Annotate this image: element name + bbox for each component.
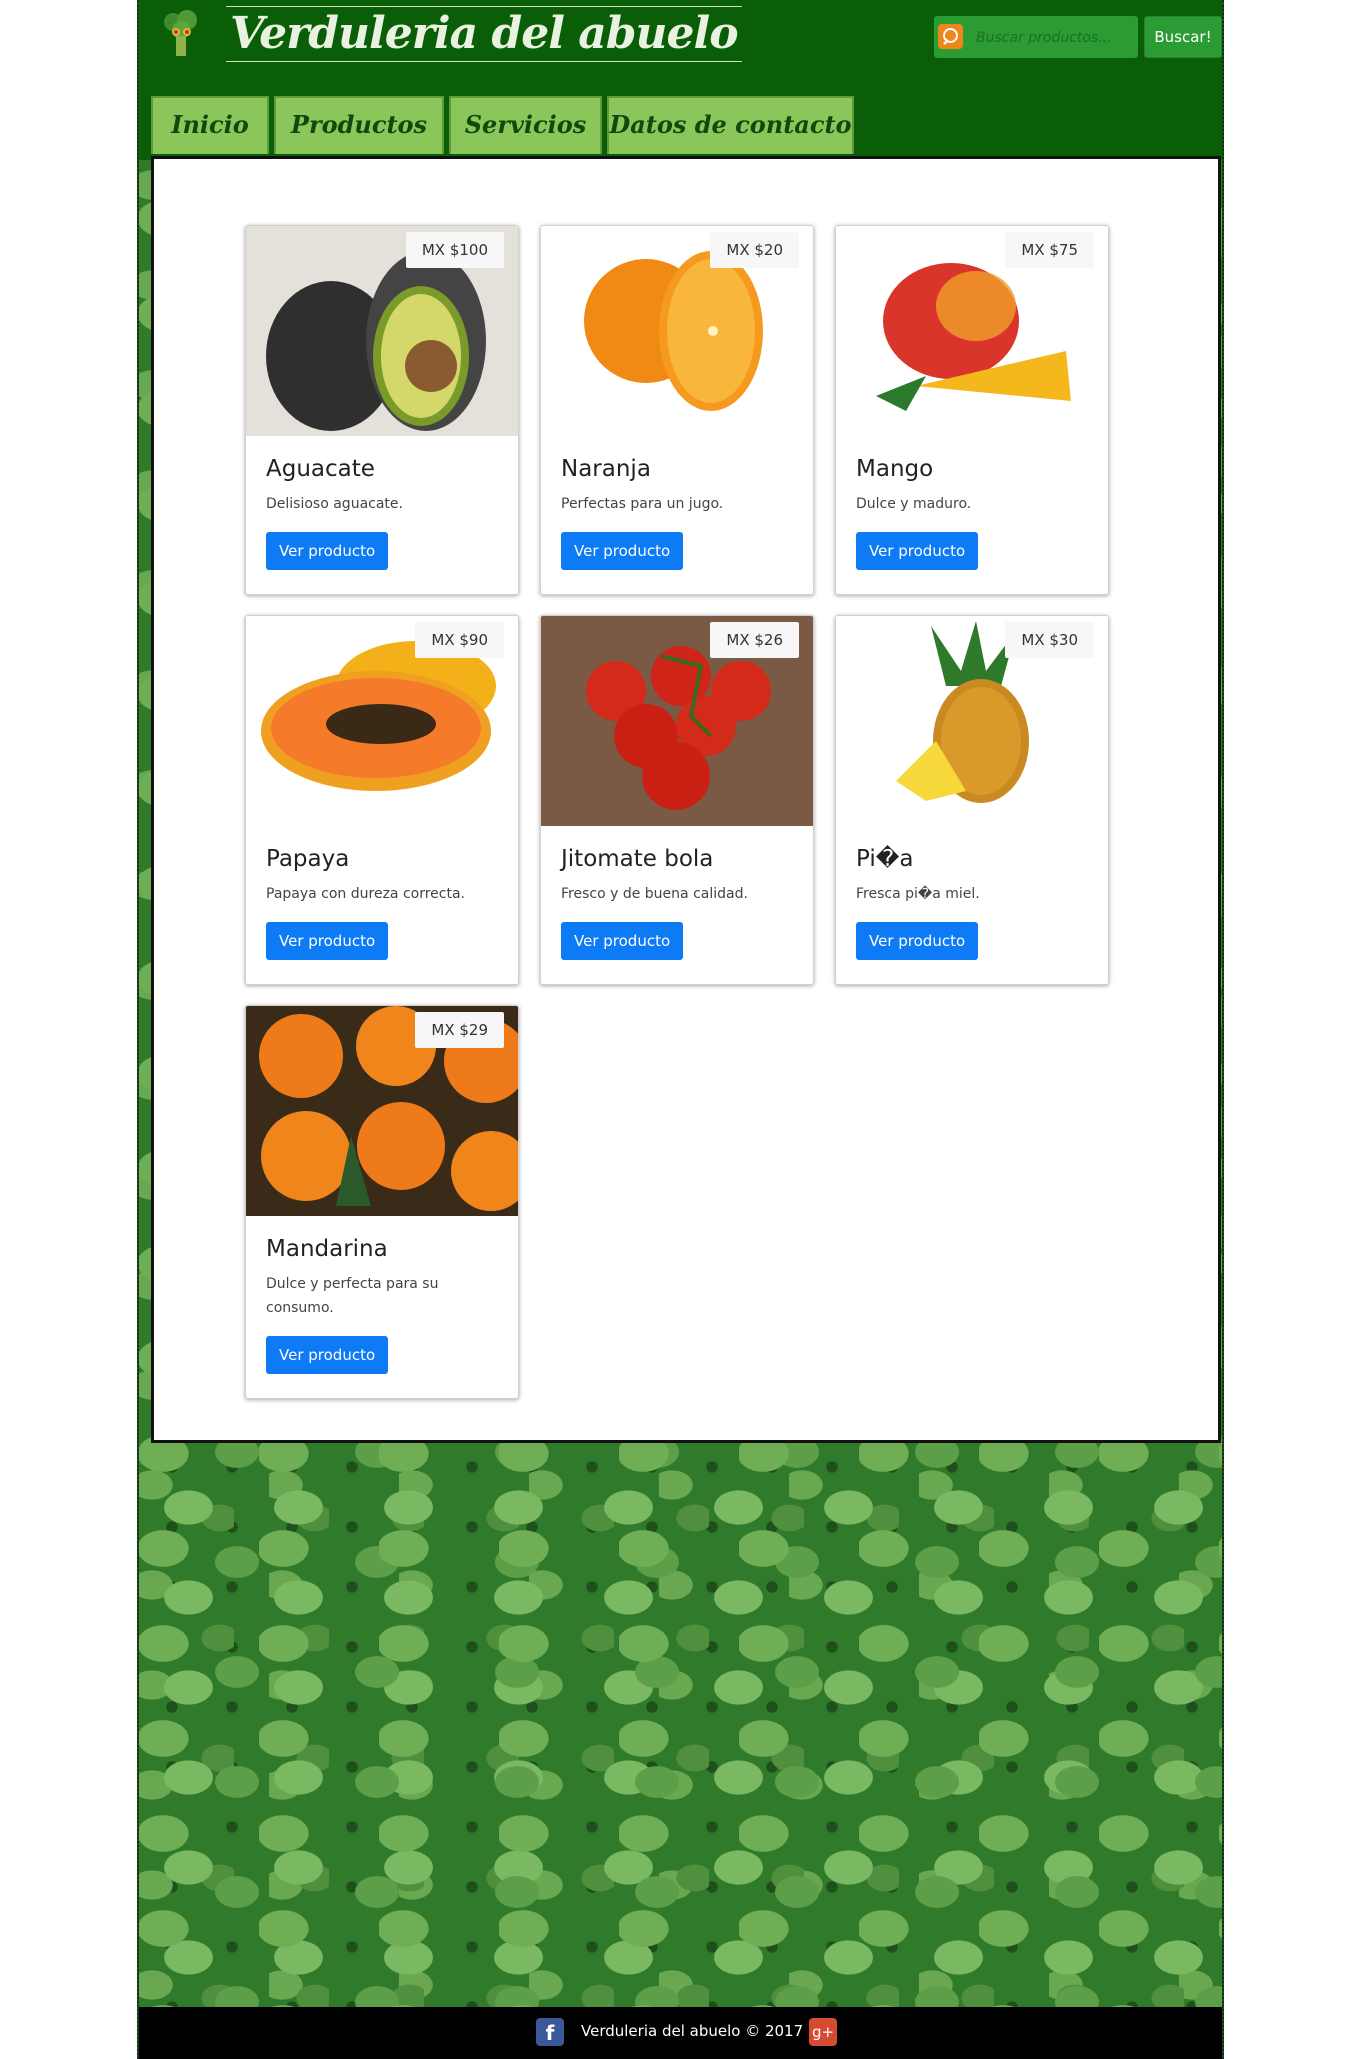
footer-copyright: Verduleria del abuelo © 2017 (581, 2022, 804, 2040)
card-body: Pi�a Fresca pi�a miel. Ver producto (836, 826, 1108, 980)
page-frame: Verduleria del abuelo Buscar! Inicio Pro… (137, 0, 1224, 2059)
nav-item-inicio[interactable]: Inicio (151, 96, 269, 154)
nav-item-servicios[interactable]: Servicios (449, 96, 602, 154)
price-badge: MX $90 (415, 622, 504, 658)
search-input[interactable] (974, 24, 1138, 52)
product-card: MX $75 Mango Dulce y maduro. Ver product… (835, 225, 1109, 595)
search-icon (938, 24, 963, 49)
product-card: MX $29 Mandarina Dulce y perfecta para s… (245, 1005, 519, 1399)
price-badge: MX $30 (1005, 622, 1094, 658)
nav-item-productos[interactable]: Productos (274, 96, 444, 154)
price-badge: MX $75 (1005, 232, 1094, 268)
facebook-icon[interactable]: f (536, 2018, 564, 2046)
product-description: Fresca pi�a miel. (856, 886, 980, 902)
product-description: Dulce y maduro. (856, 496, 972, 512)
google-plus-icon[interactable]: g+ (809, 2018, 837, 2046)
product-image-papaya: MX $90 (246, 616, 518, 826)
search-button[interactable]: Buscar! (1144, 16, 1222, 58)
view-product-button[interactable]: Ver producto (561, 532, 684, 570)
product-card: MX $26 Jitomate bola Fresco y de buena c… (540, 615, 814, 985)
search-box (934, 16, 1138, 58)
product-name: Mandarina (266, 1236, 388, 1262)
price-badge: MX $29 (415, 1012, 504, 1048)
product-image-mandarina: MX $29 (246, 1006, 518, 1216)
product-image-jitomate: MX $26 (541, 616, 813, 826)
product-description: Papaya con dureza correcta. (266, 886, 466, 902)
view-product-button[interactable]: Ver producto (856, 532, 979, 570)
product-card: MX $90 Papaya Papaya con dureza correcta… (245, 615, 519, 985)
nav-item-contacto[interactable]: Datos de contacto (607, 96, 854, 154)
product-name: Naranja (561, 456, 651, 482)
main-nav: Inicio Productos Servicios Datos de cont… (151, 96, 854, 154)
product-name: Pi�a (856, 846, 914, 872)
product-name: Jitomate bola (561, 846, 714, 872)
product-image-mango: MX $75 (836, 226, 1108, 436)
product-image-pina: MX $30 (836, 616, 1108, 826)
card-body: Aguacate Delisioso aguacate. Ver product… (246, 436, 518, 590)
card-body: Mandarina Dulce y perfecta para su consu… (246, 1216, 518, 1394)
footer: f Verduleria del abuelo © 2017 g+ (139, 2007, 1222, 2059)
product-description: Perfectas para un jugo. (561, 496, 724, 512)
price-badge: MX $100 (405, 232, 504, 268)
product-content: MX $100 Aguacate Delisioso aguacate. Ver… (151, 156, 1221, 1443)
card-body: Mango Dulce y maduro. Ver producto (836, 436, 1108, 590)
product-image-naranja: MX $20 (541, 226, 813, 436)
product-description: Delisioso aguacate. (266, 496, 403, 512)
price-badge: MX $26 (710, 622, 799, 658)
view-product-button[interactable]: Ver producto (266, 922, 389, 960)
product-name: Mango (856, 456, 934, 482)
product-card: MX $30 Pi�a Fresca pi�a miel. Ver produc… (835, 615, 1109, 985)
site-title[interactable]: Verduleria del abuelo (226, 6, 742, 62)
view-product-button[interactable]: Ver producto (266, 532, 389, 570)
broccoli-logo-icon (164, 10, 197, 56)
product-name: Aguacate (266, 456, 375, 482)
header: Verduleria del abuelo Buscar! Inicio Pro… (139, 0, 1222, 160)
product-image-aguacate: MX $100 (246, 226, 518, 436)
product-name: Papaya (266, 846, 350, 872)
product-card: MX $20 Naranja Perfectas para un jugo. V… (540, 225, 814, 595)
card-body: Jitomate bola Fresco y de buena calidad.… (541, 826, 813, 980)
product-description: Fresco y de buena calidad. (561, 886, 748, 902)
product-description: Dulce y perfecta para su consumo. (266, 1276, 439, 1316)
view-product-button[interactable]: Ver producto (856, 922, 979, 960)
product-card: MX $100 Aguacate Delisioso aguacate. Ver… (245, 225, 519, 595)
view-product-button[interactable]: Ver producto (266, 1336, 389, 1374)
view-product-button[interactable]: Ver producto (561, 922, 684, 960)
card-body: Papaya Papaya con dureza correcta. Ver p… (246, 826, 518, 980)
card-body: Naranja Perfectas para un jugo. Ver prod… (541, 436, 813, 590)
price-badge: MX $20 (710, 232, 799, 268)
